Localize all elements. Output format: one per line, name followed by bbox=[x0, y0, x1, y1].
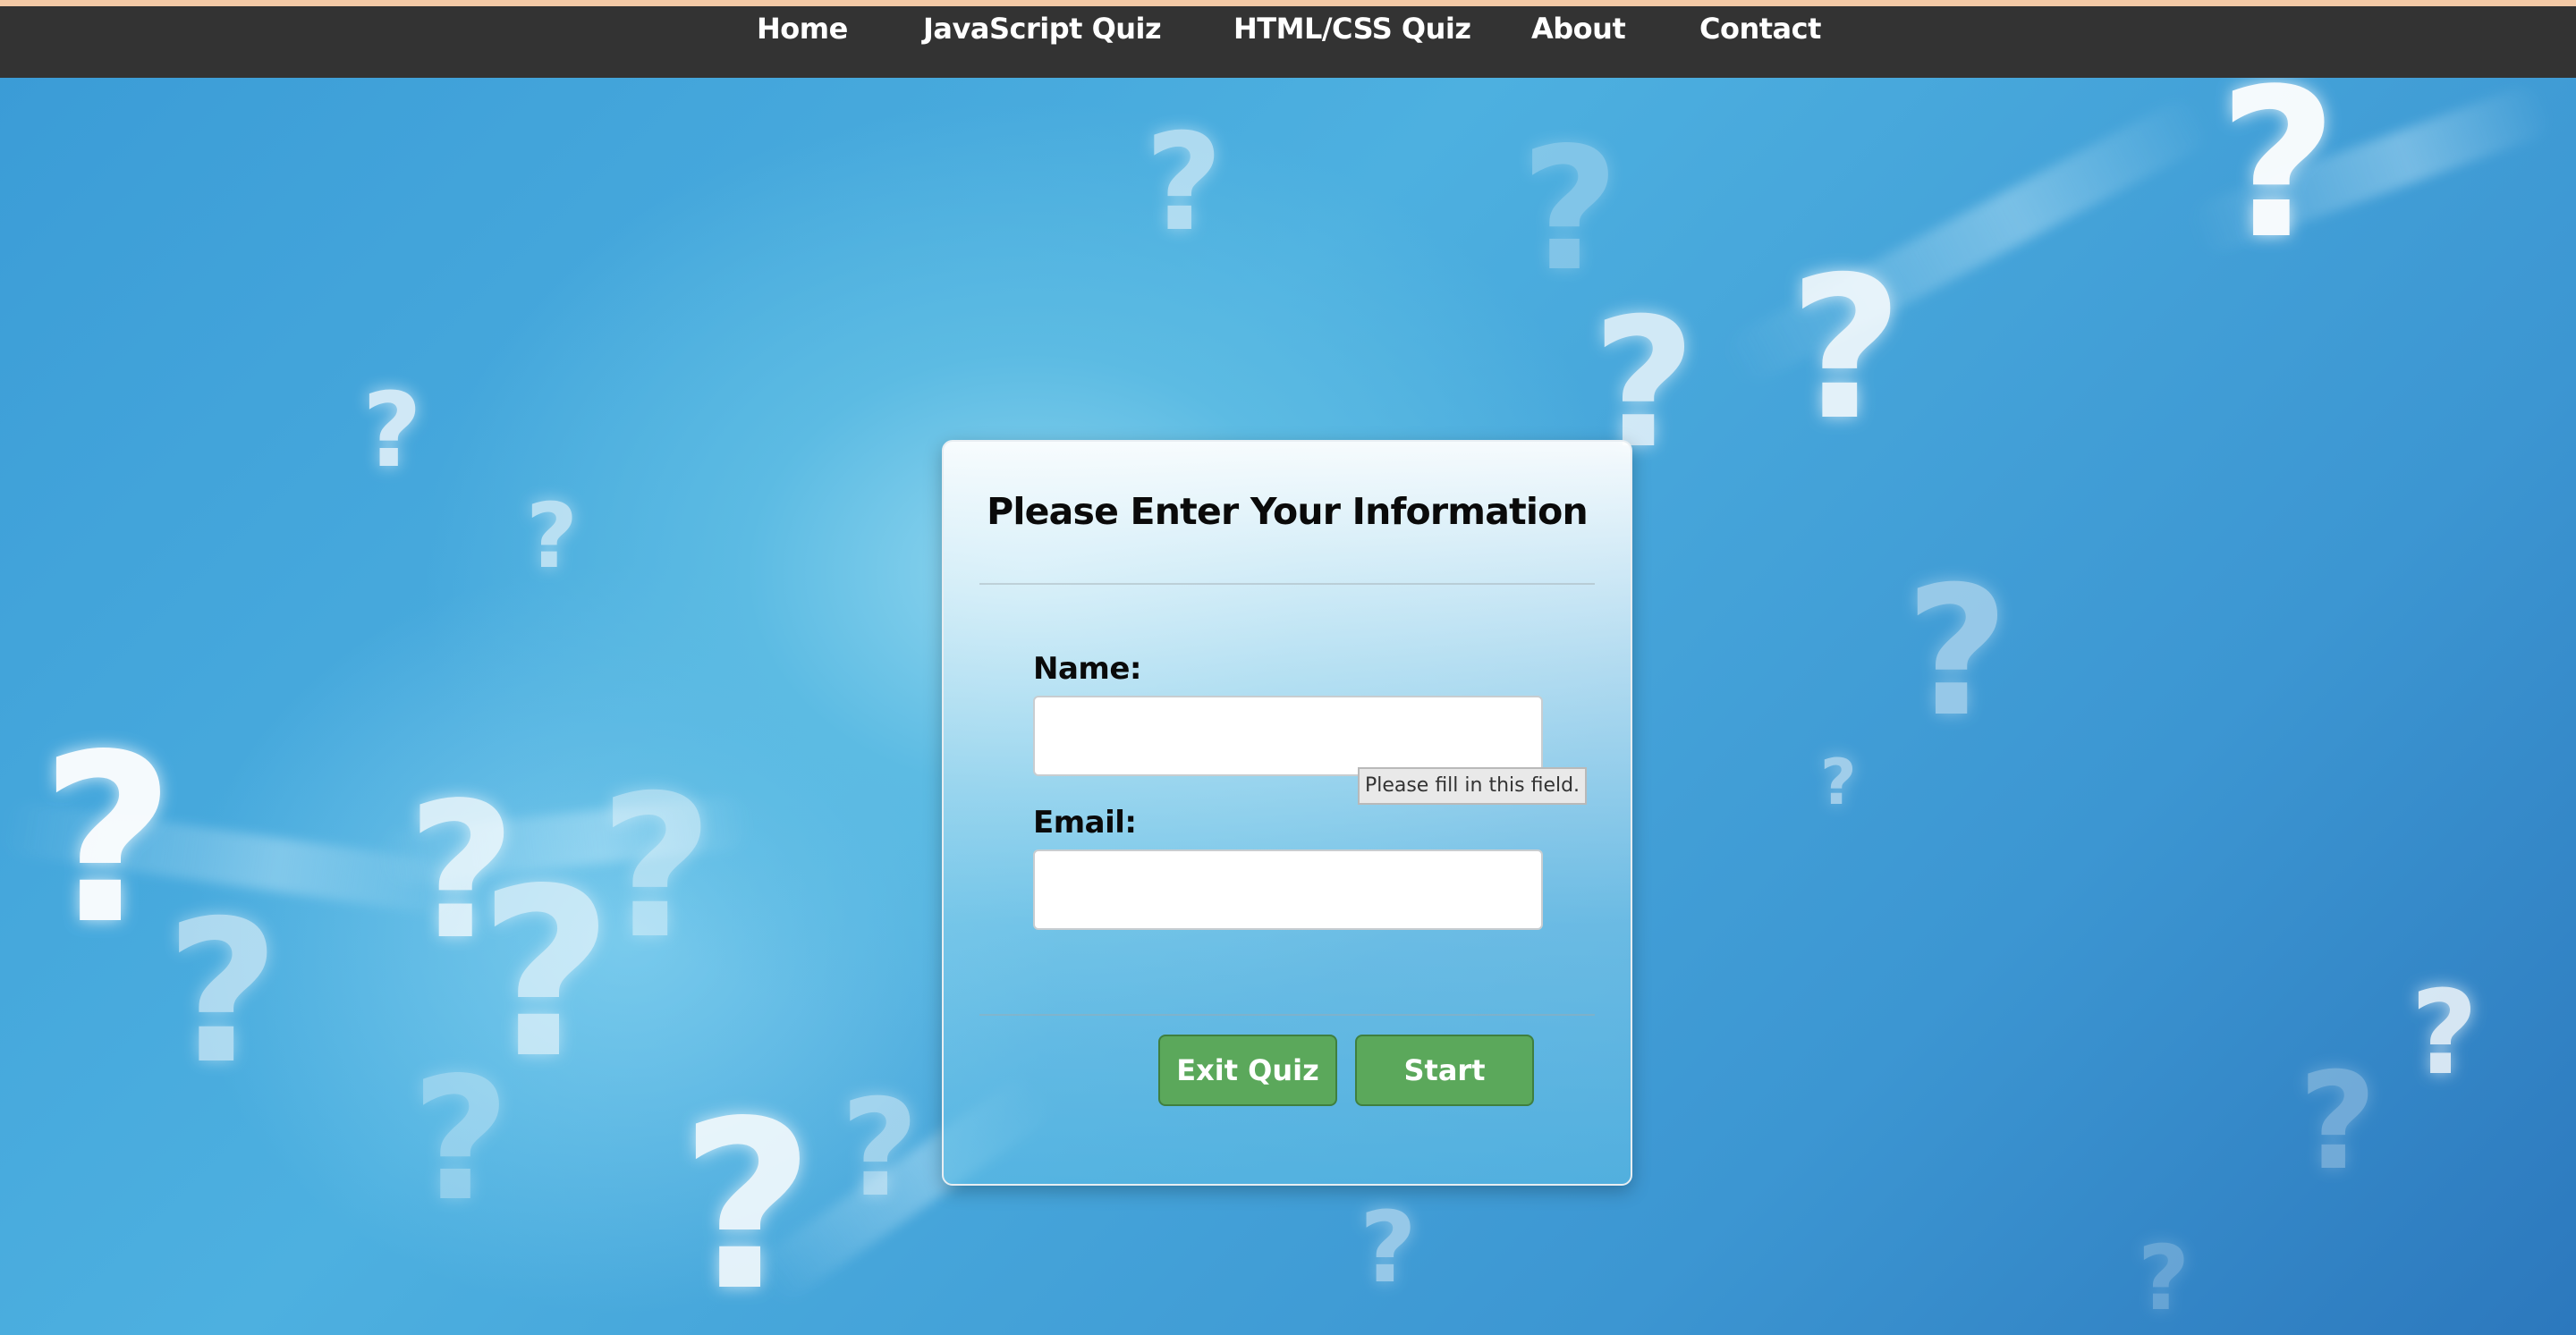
question-mark-decoration: ? bbox=[1789, 234, 1903, 463]
nav-about-link[interactable]: About bbox=[1531, 12, 1626, 46]
question-mark-decoration: ? bbox=[841, 1071, 919, 1227]
name-label: Name: bbox=[1033, 651, 1141, 687]
question-mark-decoration: ? bbox=[165, 878, 280, 1107]
top-navbar: Home JavaScript Quiz HTML/CSS Quiz About… bbox=[0, 6, 2576, 78]
name-input[interactable] bbox=[1033, 696, 1543, 776]
nav-contact-link[interactable]: Contact bbox=[1699, 12, 1821, 46]
question-mark-decoration: ? bbox=[2299, 1044, 2377, 1200]
nav-javascript-quiz-link[interactable]: JavaScript Quiz bbox=[923, 12, 1162, 46]
quiz-start-page: ? ? ? ? ? ? ? ? ? ? ? ? ? ? ? ? ? ? ? ? … bbox=[0, 0, 2576, 1335]
question-mark-decoration: ? bbox=[1145, 106, 1224, 261]
title-divider bbox=[979, 583, 1595, 585]
nav-html-css-quiz-link[interactable]: HTML/CSS Quiz bbox=[1233, 12, 1471, 46]
question-mark-decoration: ? bbox=[362, 371, 422, 491]
footer-divider bbox=[979, 1014, 1595, 1016]
question-mark-decoration: ? bbox=[526, 484, 579, 588]
question-mark-decoration: ? bbox=[2411, 965, 2479, 1101]
question-mark-decoration: ? bbox=[40, 706, 175, 976]
question-mark-decoration: ? bbox=[479, 840, 614, 1110]
background-light-streak bbox=[0, 799, 467, 917]
background-light-streak bbox=[2184, 80, 2556, 260]
background-light-streak bbox=[374, 794, 753, 887]
validation-tooltip: Please fill in this field. bbox=[1358, 767, 1587, 805]
email-label: Email: bbox=[1033, 805, 1137, 841]
question-mark-decoration: ? bbox=[2218, 46, 2338, 284]
top-accent-strip bbox=[0, 0, 2576, 6]
user-info-form-card: Please Enter Your Information Name: Emai… bbox=[942, 440, 1632, 1186]
question-mark-decoration: ? bbox=[1905, 548, 2010, 756]
question-mark-decoration: ? bbox=[411, 1041, 511, 1238]
question-mark-decoration: ? bbox=[599, 753, 714, 982]
email-input[interactable] bbox=[1033, 849, 1543, 930]
question-mark-decoration: ? bbox=[1360, 1190, 1417, 1305]
question-mark-decoration: ? bbox=[1521, 111, 1620, 308]
start-button[interactable]: Start bbox=[1355, 1035, 1534, 1106]
question-mark-decoration: ? bbox=[680, 1072, 815, 1335]
exit-quiz-button[interactable]: Exit Quiz bbox=[1158, 1035, 1337, 1106]
background-light-streak bbox=[1718, 91, 2217, 392]
nav-home-link[interactable]: Home bbox=[757, 12, 848, 46]
question-mark-decoration: ? bbox=[2138, 1226, 2190, 1331]
question-mark-decoration: ? bbox=[407, 762, 516, 981]
question-mark-decoration: ? bbox=[1820, 746, 1857, 819]
form-title: Please Enter Your Information bbox=[987, 490, 1589, 533]
